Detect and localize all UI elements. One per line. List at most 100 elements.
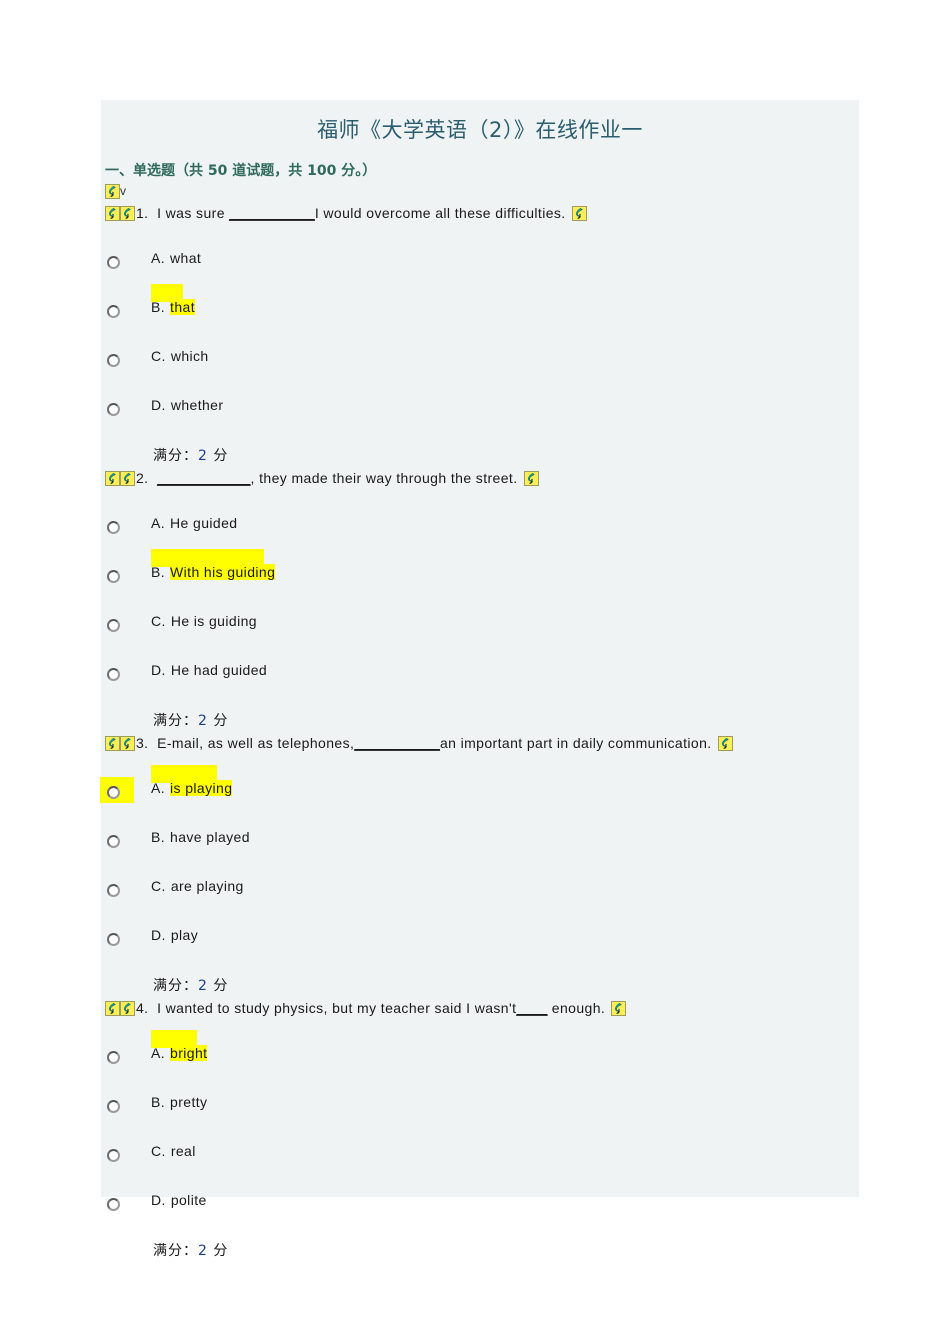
option-letter: B. (151, 829, 166, 845)
radio-q4-a[interactable] (107, 1051, 120, 1064)
score-line: 满分：2 分 (103, 441, 859, 465)
option-row[interactable]: A. is playing (100, 765, 859, 824)
option-label[interactable]: A. He guided (151, 515, 237, 531)
option-label[interactable]: C. real (151, 1143, 196, 1159)
score-value: 2 (198, 978, 208, 994)
broken-image-placeholder-icon (523, 471, 539, 486)
option-text: play (170, 927, 199, 943)
option-text: what (170, 250, 202, 266)
option-text: He is guiding (170, 613, 257, 629)
radio-q4-d[interactable] (107, 1198, 120, 1211)
score-unit: 分 (213, 978, 229, 994)
option-label[interactable]: D. play (151, 927, 198, 943)
radio-q3-c[interactable] (107, 884, 120, 897)
radio-q4-c[interactable] (107, 1149, 120, 1162)
radio-q4-b[interactable] (107, 1100, 120, 1113)
option-row[interactable]: C. real (107, 1138, 859, 1187)
option-text: He guided (170, 515, 238, 531)
option-label[interactable]: D. He had guided (151, 662, 267, 678)
radio-q1-a[interactable] (107, 256, 120, 269)
option-text: He had guided (170, 662, 268, 678)
question-text-after: I would overcome all these difficulties. (314, 205, 566, 221)
option-letter: C. (151, 1143, 166, 1159)
radio-q3-a[interactable] (107, 786, 120, 799)
option-row[interactable]: D. He had guided (107, 657, 859, 706)
option-letter: A. (151, 1045, 166, 1061)
option-letter: D. (151, 927, 166, 943)
score-label: 满分： (153, 713, 198, 729)
question-text-2: 2. ____________, they made their way thr… (103, 465, 859, 488)
score-value: 2 (198, 713, 208, 729)
option-text: is playing (170, 780, 233, 796)
option-label[interactable]: C. are playing (151, 878, 244, 894)
question-blank: ___________ (229, 205, 315, 221)
option-text: that (170, 299, 195, 315)
broken-image-placeholder-icon (717, 736, 733, 751)
broken-image-placeholder-icon (105, 471, 120, 486)
option-label[interactable]: C. which (151, 348, 209, 364)
question-text-before: I was sure (157, 205, 230, 221)
option-row[interactable]: D. whether (107, 392, 859, 441)
broken-image-placeholder-icon (105, 206, 120, 221)
radio-q2-c[interactable] (107, 619, 120, 632)
option-label[interactable]: A. is playing (151, 780, 233, 796)
option-row[interactable]: B. With his guiding (107, 549, 859, 608)
option-text: are playing (170, 878, 244, 894)
broken-image-placeholder-icon (120, 206, 135, 221)
score-line: 满分：2 分 (103, 1236, 859, 1260)
option-text: real (170, 1143, 196, 1159)
option-text: whether (170, 397, 224, 413)
radio-q1-d[interactable] (107, 403, 120, 416)
option-letter: B. (151, 564, 166, 580)
option-letter: B. (151, 1094, 166, 1110)
option-letter: A. (151, 780, 166, 796)
option-text: With his guiding (170, 564, 276, 580)
option-label[interactable]: D. polite (151, 1192, 207, 1208)
option-text: pretty (170, 1094, 208, 1110)
option-row[interactable]: D. polite (107, 1187, 859, 1236)
option-label[interactable]: C. He is guiding (151, 613, 257, 629)
option-row[interactable]: A. bright (107, 1030, 859, 1089)
broken-image-placeholder-icon (120, 736, 135, 751)
option-label[interactable]: B. have played (151, 829, 250, 845)
option-label[interactable]: D. whether (151, 397, 223, 413)
question-text-after: , they made their way through the street… (250, 470, 518, 486)
radio-q2-a[interactable] (107, 521, 120, 534)
question-blank: ____ (516, 1000, 548, 1016)
option-row[interactable]: B. have played (107, 824, 859, 873)
question-block-3: 3. E-mail, as well as telephones,_______… (100, 730, 859, 995)
radio-q2-b[interactable] (107, 570, 120, 583)
question-block-2: 2. ____________, they made their way thr… (105, 465, 859, 730)
question-text-before: E-mail, as well as telephones, (157, 735, 355, 751)
stray-marker-text: v (120, 184, 126, 198)
question-text-before: I wanted to study physics, but my teache… (157, 1000, 517, 1016)
broken-image-placeholder-icon (105, 184, 120, 199)
option-row[interactable]: C. which (107, 343, 859, 392)
option-label[interactable]: B. pretty (151, 1094, 207, 1110)
broken-image-placeholder-icon (611, 1001, 627, 1016)
option-label[interactable]: B. that (151, 299, 195, 315)
radio-q3-b[interactable] (107, 835, 120, 848)
option-letter: D. (151, 1192, 166, 1208)
broken-image-placeholder-icon (120, 1001, 135, 1016)
radio-q3-d[interactable] (107, 933, 120, 946)
option-row[interactable]: C. He is guiding (107, 608, 859, 657)
question-number: 4. (136, 1000, 149, 1016)
radio-q2-d[interactable] (107, 668, 120, 681)
option-row[interactable]: A. what (107, 245, 859, 294)
option-label[interactable]: A. bright (151, 1045, 208, 1061)
option-row[interactable]: D. play (107, 922, 859, 971)
option-row[interactable]: B. that (107, 284, 859, 343)
page-root: 福师《大学英语（2）》在线作业一 一、单选题（共 50 道试题，共 100 分。… (0, 0, 945, 1337)
option-text: have played (170, 829, 250, 845)
option-row[interactable]: C. are playing (107, 873, 859, 922)
option-label[interactable]: B. With his guiding (151, 564, 276, 580)
option-letter: A. (151, 250, 166, 266)
option-label[interactable]: A. what (151, 250, 201, 266)
broken-image-placeholder-icon (120, 471, 135, 486)
radio-q1-c[interactable] (107, 354, 120, 367)
radio-q1-b[interactable] (107, 305, 120, 318)
question-block-4: 4. I wanted to study physics, but my tea… (105, 995, 859, 1260)
option-row[interactable]: B. pretty (107, 1089, 859, 1138)
question-number: 2. (136, 470, 149, 486)
